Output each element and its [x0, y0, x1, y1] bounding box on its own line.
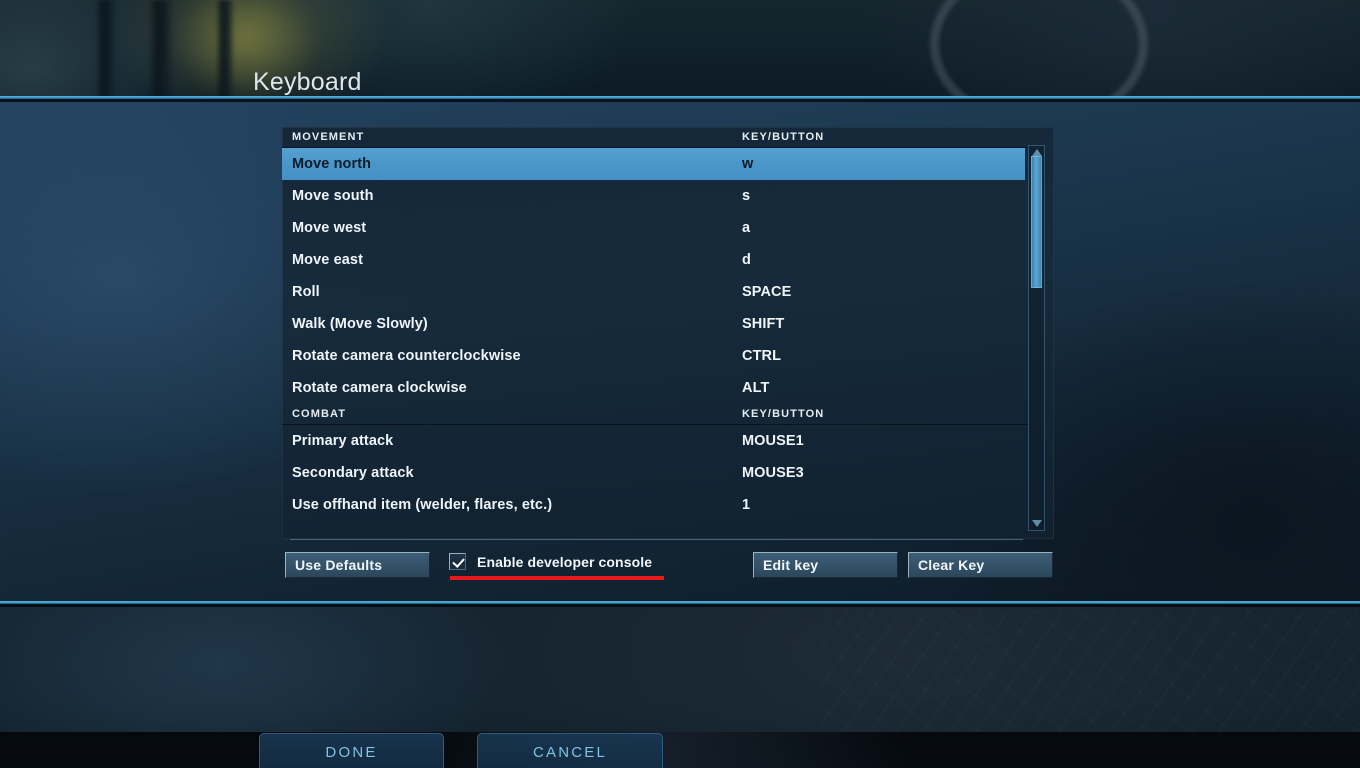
keyboard-settings-screen: Keyboard MOVEMENT KEY/BUTTON Move north w Mo…	[0, 0, 1360, 768]
clear-key-button[interactable]: Clear Key	[908, 552, 1053, 578]
key-binding-row[interactable]: Primary attack MOUSE1	[282, 425, 1030, 457]
scroll-up-arrow-icon[interactable]	[1031, 149, 1042, 156]
key-binding-row[interactable]: Secondary attack MOUSE3	[282, 457, 1030, 489]
key-binding-action: Use offhand item (welder, flares, etc.)	[292, 497, 553, 513]
key-binding-key: d	[742, 252, 751, 268]
key-binding-row[interactable]: Roll SPACE	[282, 276, 1030, 308]
key-binding-row[interactable]: Walk (Move Slowly) SHIFT	[282, 308, 1030, 340]
enable-developer-console-label: Enable developer console	[477, 553, 653, 570]
section-header-name: MOVEMENT	[292, 131, 365, 143]
key-binding-action: Rotate camera counterclockwise	[292, 348, 521, 364]
key-binding-action: Roll	[292, 284, 320, 300]
scroll-down-arrow-icon[interactable]	[1031, 520, 1042, 527]
background-grid-texture	[820, 610, 1360, 740]
key-binding-row[interactable]: Use offhand item (welder, flares, etc.) 1	[282, 489, 1030, 521]
divider-bottom-shadow	[0, 604, 1360, 607]
use-defaults-button[interactable]: Use Defaults	[285, 552, 430, 578]
use-defaults-label: Use Defaults	[295, 557, 383, 573]
background-pillar	[215, 0, 235, 99]
key-binding-key: CTRL	[742, 348, 782, 364]
section-header-key-column: KEY/BUTTON	[742, 408, 825, 420]
key-binding-key: MOUSE1	[742, 433, 804, 449]
key-binding-key: s	[742, 188, 751, 204]
key-bindings-list[interactable]: MOVEMENT KEY/BUTTON Move north w Move south s…	[282, 127, 1030, 539]
edit-key-label: Edit key	[763, 557, 819, 573]
background-pillar	[95, 0, 117, 99]
key-binding-action: Move west	[292, 220, 367, 236]
footer-separator	[290, 539, 1023, 540]
key-binding-key: MOUSE3	[742, 465, 804, 481]
key-binding-key: SHIFT	[742, 316, 785, 332]
section-header: COMBAT KEY/BUTTON	[282, 404, 1030, 425]
done-button[interactable]: DONE	[259, 733, 444, 768]
highlight-underline	[450, 576, 664, 580]
key-binding-row[interactable]: Rotate camera counterclockwise CTRL	[282, 340, 1030, 372]
key-binding-action: Move south	[292, 188, 374, 204]
divider-top-shadow	[0, 99, 1360, 102]
key-binding-key: 1	[742, 497, 751, 513]
enable-developer-console-checkbox[interactable]: Enable developer console	[449, 553, 652, 570]
clear-key-label: Clear Key	[918, 557, 985, 573]
checkmark-icon[interactable]	[449, 553, 466, 570]
key-binding-key: a	[742, 220, 751, 236]
key-binding-action: Move north	[292, 156, 372, 172]
key-binding-row[interactable]: Rotate camera clockwise ALT	[282, 372, 1030, 404]
key-binding-action: Move east	[292, 252, 364, 268]
key-bindings-scrollbar[interactable]	[1028, 145, 1045, 531]
section-header-key-column: KEY/BUTTON	[742, 131, 825, 143]
section-header: MOVEMENT KEY/BUTTON	[282, 127, 1030, 148]
key-binding-key: w	[742, 156, 754, 172]
edit-key-button[interactable]: Edit key	[753, 552, 898, 578]
key-binding-row[interactable]: Move west a	[282, 212, 1030, 244]
page-title: Keyboard	[253, 68, 362, 96]
key-binding-action: Rotate camera clockwise	[292, 380, 467, 396]
key-binding-row[interactable]: Move east d	[282, 244, 1030, 276]
key-bindings-panel: MOVEMENT KEY/BUTTON Move north w Move south s…	[282, 127, 1054, 539]
section-header-name: COMBAT	[292, 408, 347, 420]
background-pillar	[148, 0, 174, 99]
key-binding-action: Walk (Move Slowly)	[292, 316, 428, 332]
cancel-button[interactable]: CANCEL	[477, 733, 663, 768]
done-label: DONE	[325, 743, 378, 761]
key-binding-key: ALT	[742, 380, 770, 396]
key-binding-key: SPACE	[742, 284, 792, 300]
cancel-label: CANCEL	[532, 743, 608, 761]
scrollbar-thumb[interactable]	[1031, 156, 1042, 288]
key-binding-row[interactable]: Move south s	[282, 180, 1030, 212]
key-binding-action: Secondary attack	[292, 465, 414, 481]
key-binding-row-selected[interactable]: Move north w	[282, 148, 1025, 180]
key-binding-action: Primary attack	[292, 433, 394, 449]
